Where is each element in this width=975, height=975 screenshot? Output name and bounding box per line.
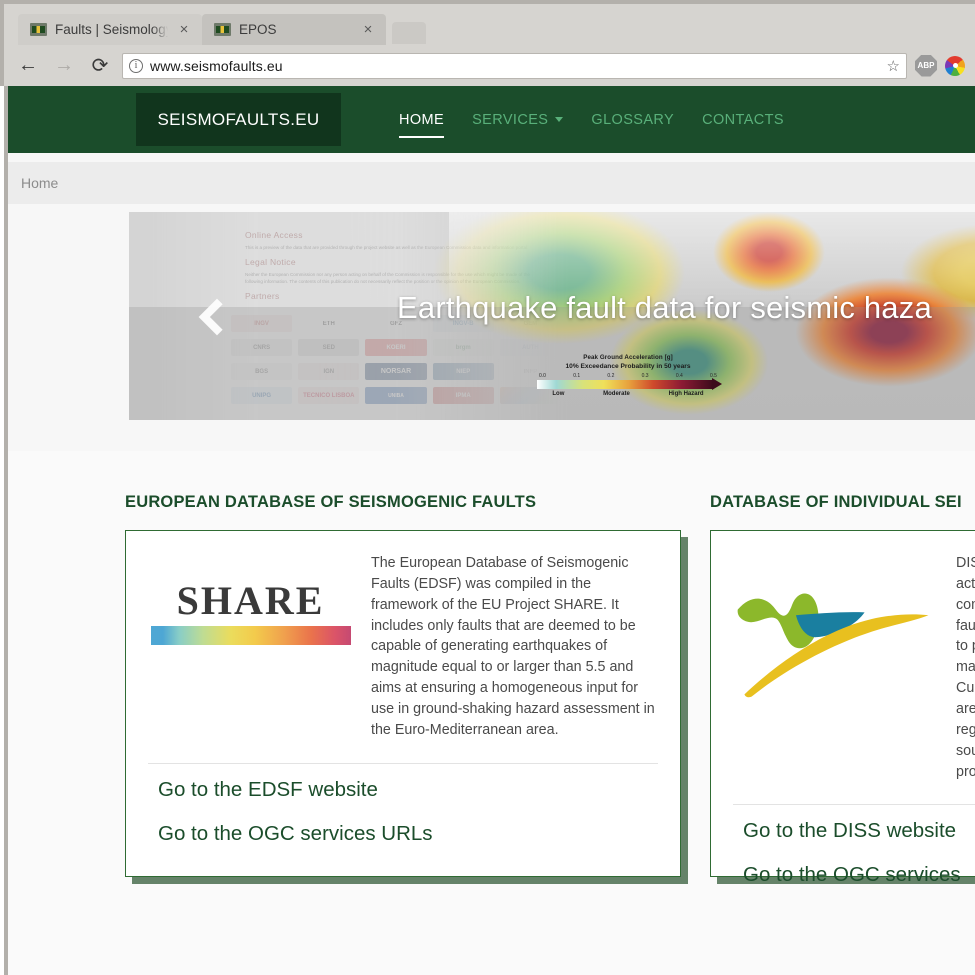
browser-tab-0[interactable]: Faults | Seismology | E × [18, 14, 202, 45]
address-bar[interactable]: i www.seismofaults.eu ☆ [122, 52, 907, 79]
breadcrumb-item-home[interactable]: Home [21, 175, 58, 191]
tab-title: Faults | Seismology | E [55, 22, 168, 37]
legend-title: Peak Ground Acceleration [g] [583, 354, 673, 361]
hero-carousel[interactable]: Online Access This is a preview of the d… [129, 212, 975, 420]
url-text: www.seismofaults.eu [150, 57, 283, 74]
card-heading-edsf: EUROPEAN DATABASE OF SEISMOGENIC FAULTS [125, 493, 537, 511]
legend-tick: 0.3 [641, 373, 649, 379]
legend-color-bar [537, 378, 722, 390]
main-navigation: HOME SERVICES GLOSSARY CONTACTS [385, 93, 798, 146]
link-edsf-website[interactable]: Go to the EDSF website [158, 778, 658, 802]
partners-para-2: Neither the European Commission nor any … [245, 272, 530, 285]
card-description-diss: DISS is a repository of geologic, tecton… [956, 555, 975, 780]
nav-label: CONTACTS [702, 111, 784, 128]
legend-tick: 0.0 [539, 373, 546, 379]
chevron-down-icon [555, 117, 564, 122]
forward-button-icon[interactable]: → [50, 52, 78, 80]
nav-label: SERVICES [472, 111, 549, 128]
card-edsf: SHARE The European Database of Seismogen… [125, 530, 681, 877]
legend-subtitle: 10% Exceedance Probability in 50 years [565, 363, 691, 370]
share-logo: SHARE [150, 578, 351, 645]
legend-label-low: Low [552, 391, 565, 397]
browser-toolbar: ← → ⟳ i www.seismofaults.eu ☆ ABP [0, 45, 975, 86]
reload-button-icon[interactable]: ⟳ [86, 52, 114, 80]
share-logo-rainbow-bar [150, 626, 351, 645]
nav-item-services[interactable]: SERVICES [458, 93, 577, 146]
tab-close-icon[interactable]: × [360, 22, 376, 38]
site-header: SEISMOFAULTS.EU HOME SERVICES GLOSSARY C… [8, 86, 975, 153]
browser-tabstrip: Faults | Seismology | E × EPOS × [0, 0, 975, 45]
main-content: EUROPEAN DATABASE OF SEISMOGENIC FAULTS … [8, 451, 975, 975]
card-column-edsf: EUROPEAN DATABASE OF SEISMOGENIC FAULTS … [125, 493, 681, 877]
card-logo-edsf: SHARE [148, 553, 353, 741]
breadcrumb: Home [8, 162, 975, 204]
epos-favicon-icon [214, 23, 231, 36]
card-column-diss: DATABASE OF INDIVIDUAL SEI DISS is a rep… [710, 493, 975, 886]
bookmark-star-icon[interactable]: ☆ [887, 57, 900, 75]
site-info-icon[interactable]: i [129, 58, 143, 73]
hero-title: Earthquake fault data for seismic haza [397, 290, 932, 325]
site-logo[interactable]: SEISMOFAULTS.EU [136, 93, 341, 146]
epos-favicon-icon [30, 23, 47, 36]
link-diss-ogc-services[interactable]: Go to the OGC services [743, 863, 975, 887]
legend-tick: 0.1 [573, 373, 581, 379]
card-diss: DISS is a repository of geologic, tecton… [710, 530, 975, 886]
legend-ticks: 0.0 0.1 0.2 0.3 0.4 0.5 [539, 373, 717, 379]
database-cards-row: EUROPEAN DATABASE OF SEISMOGENIC FAULTS … [8, 493, 975, 886]
card-links-diss: Go to the DISS website Go to the OGC ser… [733, 805, 975, 887]
color-wheel-extension-icon[interactable] [945, 55, 965, 76]
tab-close-icon[interactable]: × [176, 22, 192, 38]
browser-window: Faults | Seismology | E × EPOS × ← → ⟳ i… [0, 0, 975, 975]
card-body: DISS is a repository of geologic, tecton… [733, 553, 975, 782]
diss-logo [737, 593, 929, 698]
nav-item-contacts[interactable]: CONTACTS [688, 93, 798, 146]
card-links-edsf: Go to the EDSF website Go to the OGC ser… [148, 764, 658, 846]
nav-label: GLOSSARY [591, 111, 675, 128]
page-viewport: SEISMOFAULTS.EU HOME SERVICES GLOSSARY C… [4, 86, 975, 975]
partners-para-1: This is a preview of the data that are p… [245, 245, 529, 250]
card-heading-diss: DATABASE OF INDIVIDUAL SEI [710, 493, 962, 511]
back-button-icon[interactable]: ← [14, 52, 42, 80]
browser-tab-1[interactable]: EPOS × [202, 14, 386, 45]
header-spacer [8, 153, 975, 162]
link-edsf-ogc-services[interactable]: Go to the OGC services URLs [158, 822, 658, 846]
share-logo-text: SHARE [176, 578, 325, 623]
hero-carousel-wrapper: Online Access This is a preview of the d… [8, 204, 975, 451]
legend-label-moderate: Moderate [603, 391, 630, 397]
card-body: SHARE The European Database of Seismogen… [148, 553, 658, 741]
partners-heading-1: Online Access [245, 230, 303, 240]
map-legend: Peak Ground Acceleration [g] 10% Exceeda… [533, 354, 723, 397]
nav-label: HOME [399, 111, 445, 128]
legend-label-high: High Hazard [668, 391, 704, 397]
card-logo-diss [733, 553, 938, 782]
nav-item-glossary[interactable]: GLOSSARY [577, 93, 688, 146]
link-diss-website[interactable]: Go to the DISS website [743, 819, 975, 843]
partners-heading-2: Legal Notice [245, 257, 296, 268]
legend-tick: 0.4 [675, 373, 683, 379]
adblock-plus-icon[interactable]: ABP [915, 54, 937, 77]
new-tab-button[interactable] [392, 22, 426, 44]
card-description-edsf: The European Database of Seismogenic Fau… [371, 555, 655, 738]
legend-labels: Low Moderate High Hazard [533, 391, 723, 397]
tab-title: EPOS [239, 22, 277, 37]
legend-tick: 0.2 [607, 373, 615, 379]
nav-item-home[interactable]: HOME [385, 93, 458, 146]
